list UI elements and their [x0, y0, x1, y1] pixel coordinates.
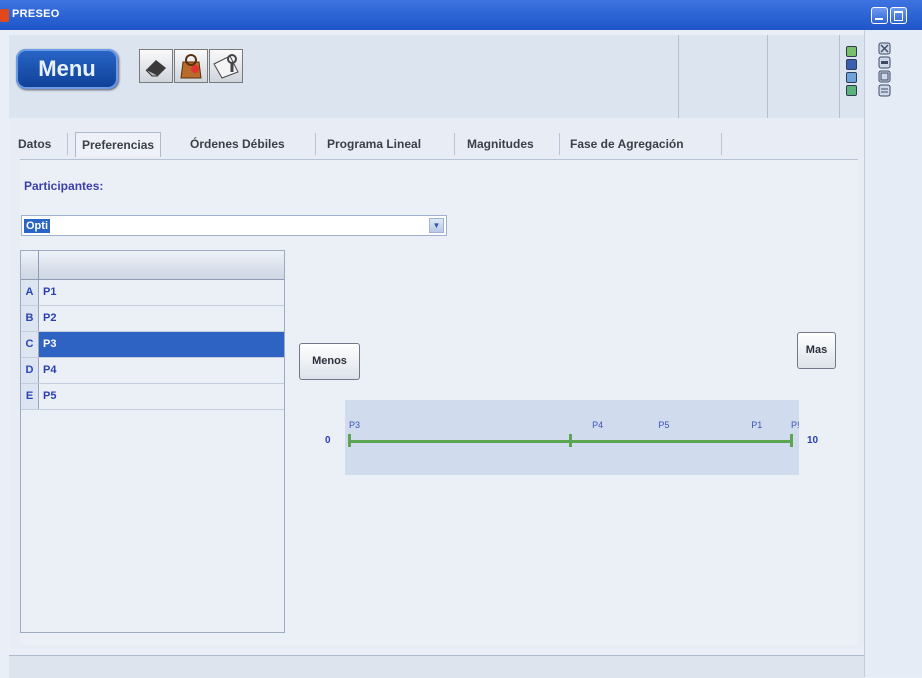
row-value: P3 — [43, 338, 57, 350]
toolbar-divider — [767, 35, 768, 118]
tab-fase-agregacion[interactable]: Fase de Agregación — [570, 134, 684, 155]
table-row[interactable]: C P3 — [21, 332, 284, 358]
chevron-down-icon[interactable]: ▼ — [429, 218, 444, 233]
table-row[interactable]: E P5 — [21, 384, 284, 410]
window-titlebar: PRESEO — [0, 0, 922, 30]
table-header — [21, 251, 284, 280]
scale-marker-label[interactable]: P! — [791, 420, 800, 430]
participant-select-value: Opti — [24, 219, 50, 233]
menos-button[interactable]: Menos — [299, 343, 360, 380]
row-header: B — [21, 306, 39, 331]
tab-divider — [559, 133, 560, 155]
scale-max-label: 10 — [807, 435, 819, 446]
scale-marker-label[interactable]: P3 — [349, 420, 360, 430]
participants-label: Participantes: — [24, 179, 104, 193]
restore-icon[interactable] — [846, 85, 857, 96]
row-value: P5 — [43, 390, 57, 402]
table-row[interactable]: A P1 — [21, 280, 284, 306]
row-header: E — [21, 384, 39, 409]
menu-button[interactable]: Menu — [16, 49, 118, 89]
maximize-button[interactable] — [890, 7, 907, 24]
row-value: P2 — [43, 312, 57, 324]
tab-ordenes-debiles[interactable]: Órdenes Débiles — [190, 134, 285, 155]
preference-scale: P3 P4 P5 P1 P! — [345, 400, 800, 475]
toolbar: Menu — [9, 35, 864, 119]
scale-marker-label[interactable]: P5 — [658, 420, 669, 430]
participant-select[interactable]: Opti ▼ — [21, 215, 447, 236]
toolbar-divider — [678, 35, 679, 118]
scale-marker-label[interactable]: P4 — [592, 420, 603, 430]
tab-divider — [67, 133, 68, 155]
tab-divider — [315, 133, 316, 155]
tab-divider — [721, 133, 722, 155]
close-icon[interactable] — [846, 46, 857, 57]
bag-icon[interactable] — [174, 49, 208, 83]
tab-magnitudes[interactable]: Magnitudes — [467, 134, 534, 155]
scale-tick — [348, 434, 351, 447]
row-header: A — [21, 280, 39, 305]
print-preview-icon[interactable] — [209, 49, 243, 83]
status-bar — [9, 655, 864, 678]
scale-min-label: 0 — [325, 435, 331, 446]
row-header: C — [21, 332, 39, 357]
row-header: D — [21, 358, 39, 383]
minimize-button[interactable] — [871, 7, 888, 24]
row-value: P1 — [43, 286, 57, 298]
window-title: PRESEO — [12, 8, 60, 20]
tab-datos[interactable]: Datos — [18, 134, 51, 155]
scale-tick — [790, 434, 793, 447]
info-icon[interactable] — [846, 72, 857, 83]
toolbar-divider — [839, 35, 840, 118]
right-panel — [864, 30, 922, 677]
table-row[interactable]: B P2 — [21, 306, 284, 332]
tab-divider — [454, 133, 455, 155]
eraser-icon[interactable] — [139, 49, 173, 83]
mas-button[interactable]: Mas — [797, 332, 836, 369]
tab-preferencias[interactable]: Preferencias — [75, 132, 162, 157]
app-icon — [0, 9, 9, 22]
scale-marker-label[interactable]: P1 — [751, 420, 762, 430]
table-header-corner — [21, 251, 39, 279]
panel-controls[interactable] — [878, 42, 892, 100]
row-value: P4 — [43, 364, 57, 376]
scale-tick — [569, 434, 572, 447]
table-row[interactable]: D P4 — [21, 358, 284, 384]
side-mini-controls[interactable] — [846, 46, 857, 98]
tab-programa-lineal[interactable]: Programa Lineal — [327, 134, 421, 155]
minimize-icon[interactable] — [846, 59, 857, 70]
preferences-table: A P1 B P2 C P3 D P4 E P5 — [20, 250, 285, 633]
